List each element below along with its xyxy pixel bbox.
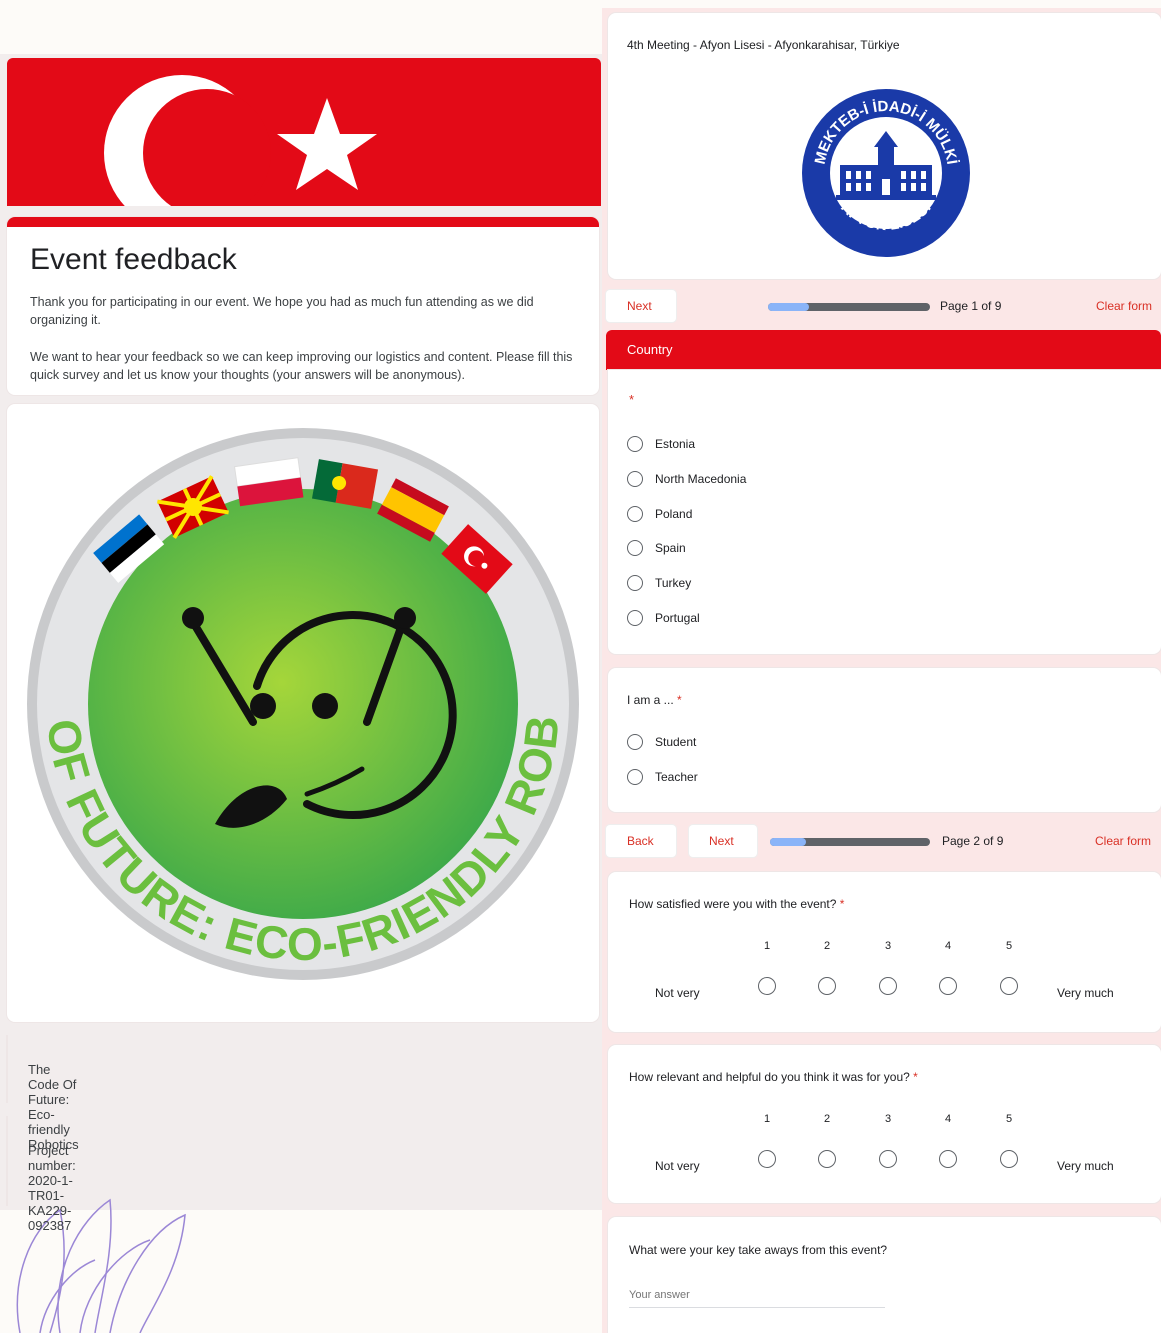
code-of-future-logo: CODE OF FUTURE: ECO-FRIENDLY ROBOTICS (0, 362, 579, 980)
clear-form-link-2[interactable]: Clear form (1095, 834, 1151, 848)
takeaways-question-text: What were your key take aways from this … (629, 1243, 888, 1257)
country-section-title: Country (627, 342, 673, 357)
country-section-header: Country (606, 330, 1161, 370)
country-option-label: Turkey (655, 576, 692, 591)
role-option[interactable]: Student (627, 734, 696, 750)
country-option[interactable]: North Macedonia (627, 470, 747, 487)
country-question-card: * Estonia North Macedonia Poland Spain Turke… (608, 370, 1161, 654)
back-button[interactable]: Back (606, 825, 676, 857)
role-question-card: I am a ... * Student Teacher (608, 668, 1161, 812)
scale-radio-button[interactable] (879, 977, 897, 995)
project-name-text: The Code Of Future: Eco-friendly Robotic… (28, 1062, 79, 1152)
form-description-1: Thank you for participating in our event… (30, 295, 534, 327)
next-button-page1[interactable]: Next (606, 290, 676, 322)
role-question-text: I am a ... (627, 693, 674, 707)
project-number-text: Project number: 2020-1-TR01-KA229-092387 (28, 1143, 76, 1233)
scale-number: 3 (884, 1113, 892, 1125)
scale-radio-button[interactable] (1000, 1150, 1018, 1168)
scale-radio-button[interactable] (939, 1150, 957, 1168)
radio-button[interactable] (627, 540, 643, 557)
scale-number: 2 (823, 940, 831, 952)
radio-button[interactable] (627, 575, 643, 592)
progress-bar-page2 (770, 838, 930, 846)
role-question-title: I am a ... * (627, 693, 682, 707)
scale-radio-button[interactable] (939, 977, 957, 995)
next-button-page2[interactable]: Next (689, 825, 757, 857)
country-option[interactable]: Spain (627, 540, 686, 557)
meeting-card: 4th Meeting - Afyon Lisesi - Afyonkarahi… (608, 13, 1161, 279)
scale-low-label: Not very (655, 1159, 700, 1173)
relevance-question-card: How relevant and helpful do you think it… (608, 1045, 1161, 1203)
country-option[interactable]: Turkey (627, 575, 692, 592)
clear-form-link-1[interactable]: Clear form (1096, 299, 1152, 313)
scale-number: 5 (1005, 1113, 1013, 1125)
radio-button[interactable] (627, 734, 643, 750)
satisfaction-question-title: How satisfied were you with the event? * (629, 897, 844, 911)
scale-number: 1 (763, 940, 771, 952)
country-option-label: North Macedonia (655, 471, 747, 486)
country-option[interactable]: Estonia (627, 436, 695, 452)
satisfaction-question-card: How satisfied were you with the event? *… (608, 872, 1161, 1032)
turkish-flag-banner (7, 58, 601, 206)
scale-high-label: Very much (1057, 986, 1114, 1000)
scale-radio-button[interactable] (758, 977, 776, 995)
relevance-question-text: How relevant and helpful do you think it… (629, 1070, 910, 1084)
satisfaction-question-text: How satisfied were you with the event? (629, 897, 837, 911)
scale-number: 3 (884, 940, 892, 952)
country-option[interactable]: Portugal (627, 610, 700, 626)
country-option-label: Spain (655, 541, 686, 556)
progress-bar-page1 (768, 303, 930, 311)
country-option-label: Estonia (655, 437, 696, 451)
scale-radio-button[interactable] (818, 1150, 836, 1168)
progress-fill-page1 (768, 303, 810, 311)
scale-number: 4 (944, 1113, 952, 1125)
scale-low-label: Not very (655, 986, 700, 1000)
scale-radio-button[interactable] (879, 1150, 897, 1168)
required-marker: * (913, 1070, 918, 1084)
scale-radio-button[interactable] (818, 977, 836, 995)
country-option-label: Portugal (655, 611, 700, 625)
radio-button[interactable] (627, 769, 643, 785)
radio-button[interactable] (627, 505, 643, 522)
radio-button[interactable] (627, 610, 643, 626)
scale-number: 2 (823, 1113, 831, 1125)
page-indicator-1: Page 1 of 9 (940, 299, 1002, 313)
form-header-card: Event feedback Thank you for participati… (7, 217, 599, 395)
scale-high-label: Very much (1057, 1159, 1114, 1173)
role-option-label: Teacher (655, 770, 698, 784)
country-option-label: Poland (655, 506, 693, 521)
afyon-lisesi-seal-icon: MEKTEB-İ İDADİ-İ MÜLKİ AFYON LİSESİ (802, 89, 970, 257)
takeaways-answer-input[interactable] (629, 1287, 885, 1308)
project-logo-card: CODE OF FUTURE: ECO-FRIENDLY ROBOTICS (0, 362, 599, 1022)
relevance-question-title: How relevant and helpful do you think it… (629, 1070, 918, 1084)
scale-number: 4 (944, 940, 952, 952)
meeting-caption: 4th Meeting - Afyon Lisesi - Afyonkarahi… (627, 38, 900, 52)
role-option-label: Student (655, 735, 697, 749)
scale-number: 1 (763, 1113, 771, 1125)
form-description-2: We want to hear your feedback so we can … (30, 350, 573, 382)
scale-number: 5 (1005, 940, 1013, 952)
radio-button[interactable] (627, 470, 643, 487)
scale-radio-button[interactable] (758, 1150, 776, 1168)
page-indicator-2: Page 2 of 9 (942, 834, 1004, 848)
takeaways-question-card: What were your key take aways from this … (608, 1217, 1161, 1333)
required-marker: * (629, 392, 635, 407)
radio-button[interactable] (627, 436, 643, 452)
header-accent-bar (7, 217, 599, 227)
required-marker: * (677, 693, 682, 707)
form-title: Event feedback (30, 243, 237, 276)
crescent-star-icon (104, 75, 377, 206)
required-marker: * (839, 897, 845, 911)
scale-radio-button[interactable] (1000, 977, 1018, 995)
progress-fill-page2 (770, 838, 806, 846)
role-option[interactable]: Teacher (627, 769, 698, 785)
country-option[interactable]: Poland (627, 505, 693, 522)
